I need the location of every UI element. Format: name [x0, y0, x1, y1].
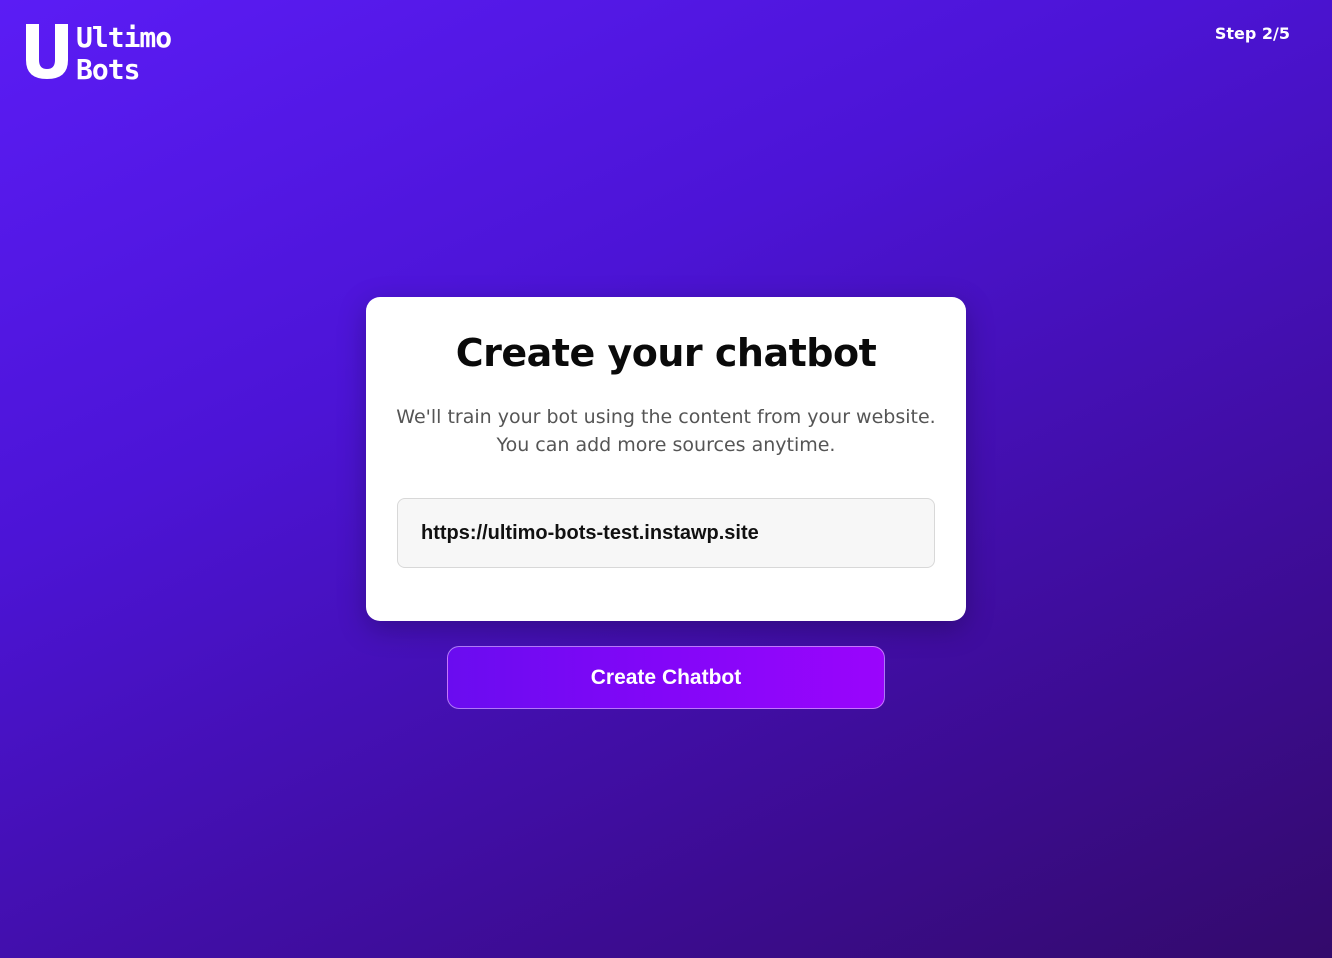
brand-name-line2: Bots	[76, 53, 140, 86]
create-chatbot-card: Create your chatbot We'll train your bot…	[366, 297, 966, 621]
brand-name-line1: Ultimo	[76, 21, 172, 54]
page-title: Create your chatbot	[455, 331, 877, 375]
create-chatbot-button[interactable]: Create Chatbot	[447, 646, 885, 709]
brand-name: Ultimo Bots	[76, 21, 172, 86]
step-indicator: Step 2/5	[1214, 24, 1290, 43]
card-description-line2: You can add more sources anytime.	[496, 434, 836, 456]
website-url-input[interactable]	[397, 498, 935, 568]
card-description: We'll train your bot using the content f…	[366, 403, 966, 459]
ultimo-bots-u-logo	[26, 24, 68, 79]
card-description-line1: We'll train your bot using the content f…	[396, 406, 936, 428]
brand-logo: Ultimo Bots	[24, 22, 172, 86]
